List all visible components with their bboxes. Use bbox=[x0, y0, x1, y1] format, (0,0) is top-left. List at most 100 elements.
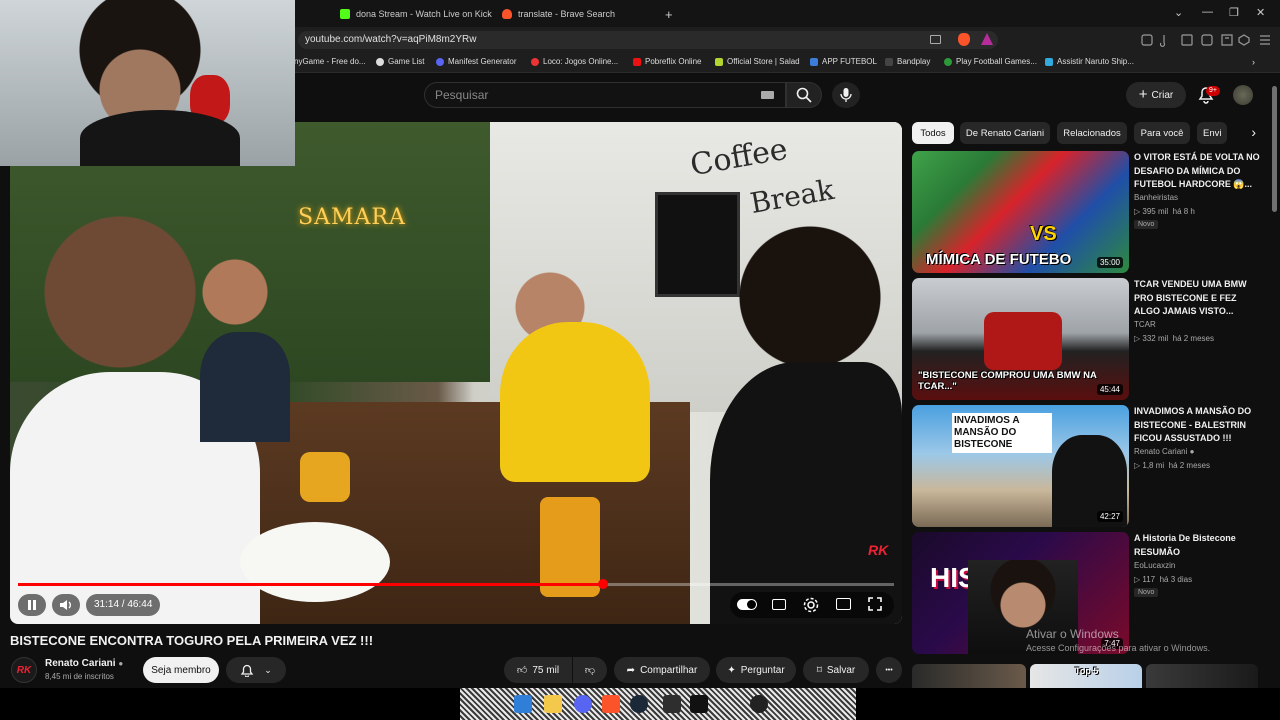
share-icon: ➦ bbox=[626, 664, 636, 676]
chip-de-renato-cariani[interactable]: De Renato Cariani bbox=[960, 122, 1050, 144]
ask-button[interactable]: ✦ Perguntar bbox=[716, 657, 796, 683]
brave-rewards-icon[interactable] bbox=[981, 33, 993, 45]
video-player[interactable]: SAMARA Coffee Break RK bbox=[10, 122, 902, 624]
scrollbar-thumb[interactable] bbox=[1272, 86, 1277, 212]
voice-search-button[interactable] bbox=[832, 82, 860, 108]
webcam-overlay bbox=[0, 0, 295, 166]
tab-search-icon[interactable]: ⌄ bbox=[1174, 6, 1183, 19]
close-window-button[interactable]: ✕ bbox=[1256, 6, 1265, 19]
time-display: 31:14 / 46:44 bbox=[86, 594, 161, 616]
rec-channel[interactable]: Renato Cariani ● bbox=[1134, 447, 1194, 456]
bookmarks-overflow-icon[interactable]: › bbox=[1252, 57, 1255, 67]
tab-kick[interactable]: dona Stream - Watch Live on Kick bbox=[340, 4, 492, 24]
chip-relacionados[interactable]: Relacionados bbox=[1057, 122, 1127, 144]
verified-icon: ● bbox=[1189, 447, 1195, 456]
channel-avatar[interactable]: RK bbox=[11, 657, 37, 683]
subscription-bell-button[interactable]: ⌄ bbox=[226, 657, 286, 683]
rec-thumbnail[interactable]: "BISTECONE COMPROU UMA BMW NA TCAR..." 4… bbox=[912, 278, 1129, 400]
rec-duration: 45:44 bbox=[1096, 384, 1123, 395]
rec-title[interactable]: INVADIMOS A MANSÃO DO BISTECONE - BALEST… bbox=[1134, 405, 1264, 446]
like-button[interactable]: 👍︎ 75 mil bbox=[504, 657, 572, 683]
share-button[interactable]: ➦ Compartilhar bbox=[614, 657, 710, 683]
search-button[interactable] bbox=[786, 82, 822, 108]
new-tab-button[interactable]: + bbox=[665, 4, 673, 24]
create-button[interactable]: + Criar bbox=[1126, 82, 1186, 108]
windows-start-icon[interactable] bbox=[514, 695, 532, 713]
bookmark-item[interactable]: Official Store | Salad bbox=[715, 57, 800, 66]
dislike-button[interactable]: 👎︎ bbox=[573, 657, 607, 683]
pause-button[interactable] bbox=[18, 594, 46, 616]
app-futebol-icon bbox=[810, 57, 818, 66]
subscriber-count: 8,45 mi de inscritos bbox=[45, 672, 114, 681]
miniplayer-icon[interactable] bbox=[836, 598, 851, 610]
brave-taskbar-icon[interactable] bbox=[602, 695, 620, 713]
save-button[interactable]: ⌑ Salvar bbox=[803, 657, 869, 683]
fullscreen-icon[interactable] bbox=[868, 597, 882, 611]
brave-shields-icon[interactable] bbox=[958, 33, 970, 46]
notification-count-badge: 9+ bbox=[1206, 86, 1220, 96]
discord-taskbar-icon[interactable] bbox=[574, 695, 592, 713]
minimize-button[interactable]: — bbox=[1202, 6, 1213, 18]
rec-meta: ▷ 117 há 3 dias bbox=[1134, 575, 1193, 584]
bookmark-item[interactable]: Assistir Naruto Ship... bbox=[1045, 57, 1134, 66]
rec-channel[interactable]: Banheiristas bbox=[1134, 193, 1178, 202]
capcut-taskbar-icon[interactable] bbox=[690, 695, 708, 713]
keyboard-icon[interactable] bbox=[761, 91, 774, 99]
bookmark-item[interactable]: Manifest Generator bbox=[436, 57, 516, 66]
more-actions-button[interactable]: ••• bbox=[876, 657, 902, 683]
bookmark-item[interactable]: Pobreflix Online bbox=[633, 57, 701, 66]
bookmark-item[interactable]: APP FUTEBOL bbox=[810, 57, 877, 66]
tab-brave-search[interactable]: translate - Brave Search bbox=[502, 4, 615, 24]
url-field[interactable]: youtube.com/watch?v=aqPiM8m2YRw bbox=[298, 31, 998, 49]
chip-para-voce[interactable]: Para você bbox=[1134, 122, 1190, 144]
video-juice-glass bbox=[300, 452, 350, 502]
autoplay-toggle[interactable] bbox=[737, 599, 757, 610]
bookmark-item[interactable]: Loco: Jogos Online... bbox=[531, 57, 618, 66]
bookmark-item[interactable]: Play Football Games... bbox=[944, 57, 1037, 66]
user-avatar[interactable] bbox=[1233, 85, 1253, 105]
progress-scrubber-handle[interactable] bbox=[598, 579, 608, 589]
settings-gear-icon[interactable] bbox=[803, 597, 819, 613]
cast-icon[interactable] bbox=[930, 35, 941, 44]
rec-channel[interactable]: TCAR bbox=[1134, 320, 1156, 329]
rec-thumbnail-partial[interactable]: Top 5 bbox=[1030, 664, 1142, 688]
chip-enviados[interactable]: Envi bbox=[1197, 122, 1227, 144]
steam-taskbar-icon[interactable] bbox=[630, 695, 648, 713]
page-scrollbar[interactable] bbox=[1272, 84, 1278, 684]
join-membership-button[interactable]: Seja membro bbox=[143, 657, 219, 683]
xbox-taskbar-icon[interactable] bbox=[663, 695, 681, 713]
video-channel-watermark: RK bbox=[868, 542, 889, 558]
rec-thumbnail[interactable]: INVADIMOS A MANSÃO DO BISTECONE 42:27 bbox=[912, 405, 1129, 527]
football-icon bbox=[944, 57, 952, 66]
rec-channel[interactable]: EoLucaxzin bbox=[1134, 561, 1175, 570]
volume-button[interactable] bbox=[52, 594, 80, 616]
plus-icon: + bbox=[1138, 86, 1148, 103]
maximize-button[interactable]: ❐ bbox=[1229, 6, 1239, 19]
rec-thumbnail-text: INVADIMOS A MANSÃO DO BISTECONE bbox=[952, 413, 1052, 453]
rec-thumbnail-partial[interactable] bbox=[1146, 664, 1258, 688]
bookmark-item[interactable]: Game List bbox=[376, 57, 424, 66]
channel-name[interactable]: Renato Cariani ● bbox=[45, 658, 123, 669]
rec-title[interactable]: O VITOR ESTÁ DE VOLTA NO DESAFIO DA MÍMI… bbox=[1134, 151, 1264, 192]
subtitles-icon[interactable] bbox=[772, 599, 786, 610]
search-input[interactable]: Pesquisar bbox=[424, 82, 786, 108]
rec-title[interactable]: A Historia De Bistecone RESUMÃO bbox=[1134, 532, 1264, 559]
video-plate bbox=[240, 522, 390, 602]
download-icon bbox=[1221, 34, 1233, 46]
mic-icon bbox=[840, 88, 852, 102]
chips-next-chevron-icon[interactable]: › bbox=[1230, 122, 1256, 144]
discord-icon bbox=[436, 57, 444, 66]
chip-todos[interactable]: Todos bbox=[912, 122, 954, 144]
bookmark-item[interactable]: Bandplay bbox=[885, 57, 930, 66]
rec-title[interactable]: TCAR VENDEU UMA BMW PRO BISTECONE E FEZ … bbox=[1134, 278, 1264, 319]
bookmark-item[interactable]: nyGame - Free do... bbox=[294, 57, 366, 66]
obs-taskbar-icon[interactable] bbox=[750, 695, 768, 713]
rec-thumbnail-partial[interactable] bbox=[912, 664, 1026, 688]
rec-thumbnail[interactable]: MÍMICA DE FUTEBO VS 35:00 bbox=[912, 151, 1129, 273]
file-explorer-icon[interactable] bbox=[544, 695, 562, 713]
bookmark-icon: ⌑ bbox=[816, 664, 822, 676]
rec-duration: 42:27 bbox=[1096, 511, 1123, 522]
thumbs-up-icon: 👍︎ bbox=[516, 665, 528, 676]
rec-meta: ▷ 395 mil há 8 h bbox=[1134, 207, 1195, 216]
rec-new-badge: Novo bbox=[1134, 220, 1159, 229]
